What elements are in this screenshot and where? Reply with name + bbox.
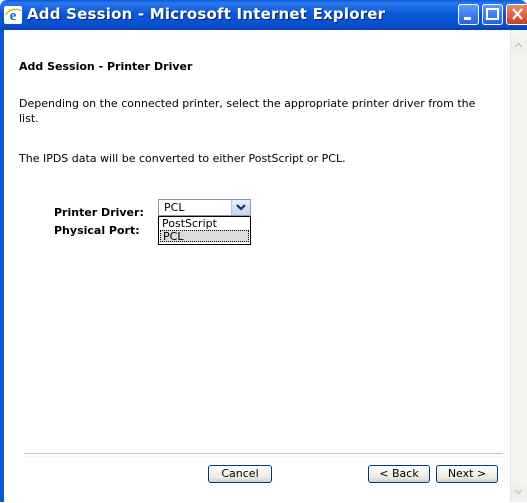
option-postscript[interactable]: PostScript [160,218,249,230]
option-pcl[interactable]: PCL [160,230,249,243]
divider [24,453,503,457]
minimize-button[interactable] [458,4,479,25]
physical-port-label: Physical Port: [54,224,140,237]
ie-icon: e [4,6,22,24]
minimize-icon [464,17,471,20]
printer-driver-options: PostScript PCL [158,216,251,245]
title-bar[interactable]: e Add Session - Microsoft Internet Explo… [0,0,527,30]
printer-driver-value: PCL [164,201,185,214]
close-button[interactable] [506,4,527,25]
browser-window: e Add Session - Microsoft Internet Explo… [0,0,527,502]
window-title: Add Session - Microsoft Internet Explore… [27,5,386,23]
next-button[interactable]: Next > [436,465,498,483]
page-heading: Add Session - Printer Driver [19,60,193,73]
vertical-scrollbar[interactable] [510,30,527,502]
close-icon [512,8,523,20]
chevron-down-icon [514,489,523,495]
conversion-note: The IPDS data will be converted to eithe… [19,152,346,165]
scroll-up-button[interactable] [511,38,526,53]
dropdown-button[interactable] [231,200,250,215]
chevron-down-icon [236,204,246,211]
printer-driver-label: Printer Driver: [54,206,144,219]
chevron-up-icon [514,42,523,48]
instructions-text: Depending on the connected printer, sele… [19,97,476,125]
scroll-down-button[interactable] [511,484,526,499]
back-button[interactable]: < Back [368,465,430,483]
maximize-icon [486,8,499,20]
maximize-button[interactable] [482,4,503,25]
printer-driver-select[interactable]: PCL [158,199,251,216]
page-content: Add Session - Printer Driver Depending o… [4,30,510,502]
cancel-button[interactable]: Cancel [208,465,272,483]
